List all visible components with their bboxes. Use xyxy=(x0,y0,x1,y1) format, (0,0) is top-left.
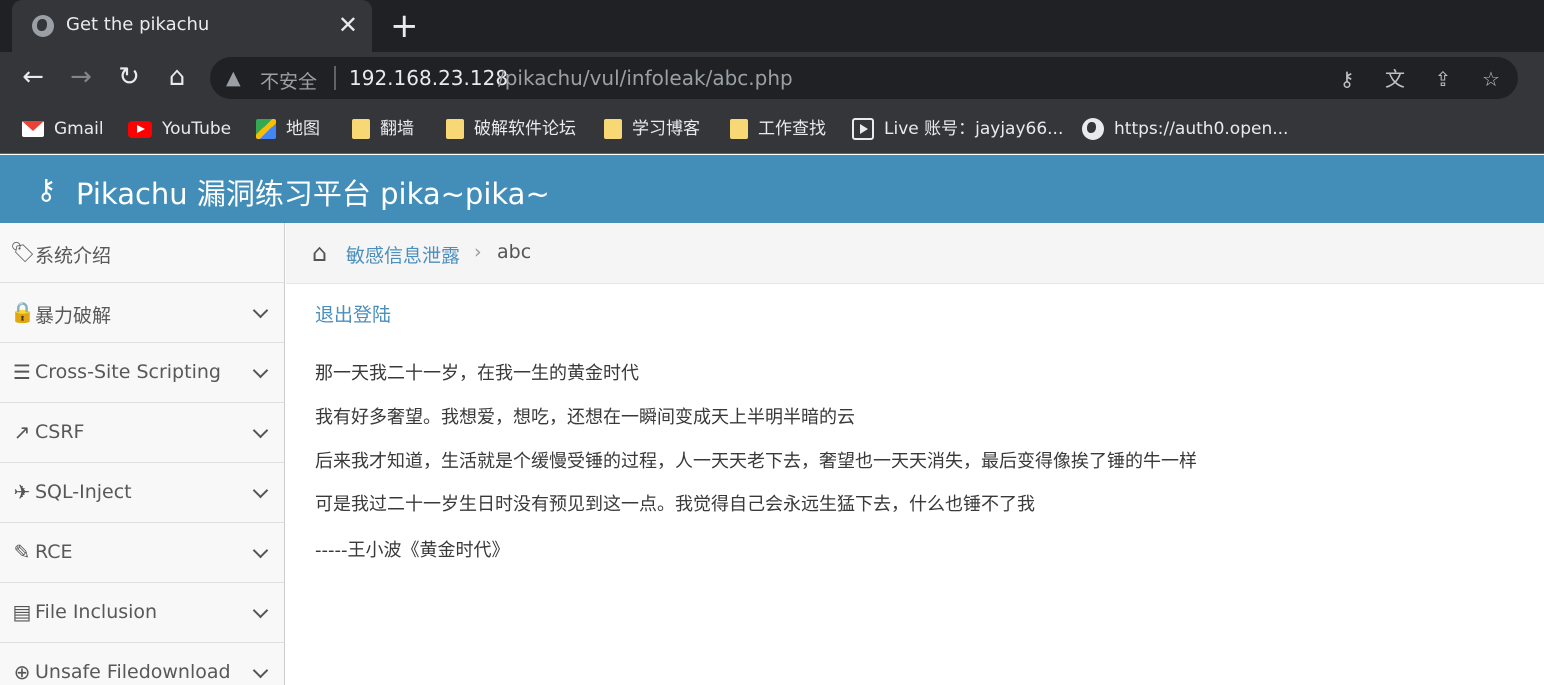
chevron-down-icon xyxy=(252,542,269,559)
share-icon[interactable]: ⇪ xyxy=(1430,66,1456,92)
bookmark-live[interactable]: Live 账号：jayjay66... xyxy=(852,116,1063,142)
indent-icon: ☰ xyxy=(13,360,31,384)
browser-toolbar: ← → ↻ ⌂ ▲ 不安全 192.168.23.128 /pikachu/vu… xyxy=(0,52,1544,104)
lock-icon: 🔒 xyxy=(10,300,35,324)
sidebar-item-intro[interactable]: 🏷 系统介绍 xyxy=(0,223,284,283)
bookmark-label: YouTube xyxy=(162,119,232,139)
home-icon[interactable]: ⌂ xyxy=(162,62,192,92)
reload-icon[interactable]: ↻ xyxy=(114,62,144,92)
plane-icon: ✈ xyxy=(13,480,31,504)
bookmark-label: 翻墙 xyxy=(380,119,414,139)
bookmark-folder-forum[interactable]: 破解软件论坛 xyxy=(446,116,576,142)
site-title[interactable]: Pikachu 漏洞练习平台 pika~pika~ xyxy=(76,171,550,213)
poem-line: 后来我才知道，生活就是个缓慢受锤的过程，人一天天老下去，奢望也一天天消失，最后变… xyxy=(315,451,1197,472)
sidebar-item-label: File Inclusion xyxy=(35,601,158,623)
poem-line: 我有好多奢望。我想爱，想吃，还想在一瞬间变成天上半明半暗的云 xyxy=(315,407,855,428)
chevron-down-icon xyxy=(252,302,269,319)
sidebar-item-xss[interactable]: ☰ Cross-Site Scripting xyxy=(0,343,284,403)
chevron-down-icon xyxy=(252,602,269,619)
sidebar-item-label: SQL-Inject xyxy=(35,481,132,503)
folder-icon xyxy=(604,119,622,139)
sidebar-item-rce[interactable]: ✎ RCE xyxy=(0,523,284,583)
poem-line: 可是我过二十一岁生日时没有预见到这一点。我觉得自己会永远生猛下去，什么也锤不了我 xyxy=(315,494,1035,515)
sidebar-item-label: Unsafe Filedownload xyxy=(35,661,231,683)
maps-icon xyxy=(256,119,276,139)
chevron-down-icon xyxy=(252,482,269,499)
bookmark-youtube[interactable]: YouTube xyxy=(128,116,231,142)
youtube-icon xyxy=(128,120,152,138)
key-icon: ⚷ xyxy=(36,173,57,206)
file-icon: ▤ xyxy=(12,600,32,624)
bookmark-folder-vpn[interactable]: 翻墙 xyxy=(352,116,414,142)
globe-icon xyxy=(32,15,54,37)
sidebar-item-label: 系统介绍 xyxy=(35,245,112,267)
breadcrumb-current: abc xyxy=(497,241,532,263)
key-icon[interactable]: ⚷ xyxy=(1334,66,1360,92)
sidebar-item-label: CSRF xyxy=(35,421,85,443)
bookmark-label: 工作查找 xyxy=(758,119,826,139)
bookmark-label: https://auth0.open... xyxy=(1114,119,1289,139)
chevron-down-icon xyxy=(252,422,269,439)
bookmark-auth0[interactable]: https://auth0.open... xyxy=(1082,116,1288,142)
sidebar-item-label: Cross-Site Scripting xyxy=(35,361,221,383)
bookmark-label: 破解软件论坛 xyxy=(474,119,576,139)
bookmark-label: Gmail xyxy=(54,119,104,139)
translate-icon[interactable]: 文 xyxy=(1382,66,1408,92)
insecure-label[interactable]: 不安全 xyxy=(260,67,317,94)
globe-icon xyxy=(1082,118,1104,140)
tab-title: Get the pikachu xyxy=(66,14,210,35)
bookmark-maps[interactable]: 地图 xyxy=(256,116,320,142)
sidebar: 🏷 系统介绍 🔒 暴力破解 ☰ Cross-Site Scripting ↗ C… xyxy=(0,223,285,685)
sidebar-item-csrf[interactable]: ↗ CSRF xyxy=(0,403,284,463)
star-icon[interactable]: ☆ xyxy=(1478,66,1504,92)
sidebar-item-label: RCE xyxy=(35,541,73,563)
back-icon[interactable]: ← xyxy=(18,62,48,92)
chevron-down-icon xyxy=(252,362,269,379)
poem-attribution: -----王小波《黄金时代》 xyxy=(315,540,510,561)
poem-line: 那一天我二十一岁，在我一生的黄金时代 xyxy=(315,363,639,384)
bookmark-label: 学习博客 xyxy=(632,119,700,139)
close-tab-icon[interactable]: ✕ xyxy=(338,10,358,40)
breadcrumb: ⌂ 敏感信息泄露 › abc xyxy=(286,223,1544,284)
new-tab-button[interactable]: + xyxy=(390,6,419,46)
url-path[interactable]: /pikachu/vul/infoleak/abc.php xyxy=(498,66,793,90)
site-header: ⚷ Pikachu 漏洞练习平台 pika~pika~ xyxy=(0,155,1544,223)
url-host[interactable]: 192.168.23.128 xyxy=(349,66,508,90)
sidebar-item-bruteforce[interactable]: 🔒 暴力破解 xyxy=(0,283,284,343)
url-divider xyxy=(334,66,336,90)
chevron-right-icon: › xyxy=(474,241,482,263)
tab-strip: Get the pikachu ✕ + xyxy=(0,0,1544,52)
bookmark-label: 地图 xyxy=(286,119,320,139)
bookmark-gmail[interactable]: Gmail xyxy=(22,116,104,142)
browser-tab[interactable]: Get the pikachu ✕ xyxy=(12,0,372,52)
folder-icon xyxy=(730,119,748,139)
address-bar[interactable]: ▲ 不安全 192.168.23.128 /pikachu/vul/infole… xyxy=(210,57,1518,99)
bookmark-folder-jobs[interactable]: 工作查找 xyxy=(730,116,826,142)
breadcrumb-parent-link[interactable]: 敏感信息泄露 xyxy=(346,241,460,268)
sidebar-item-filedownload[interactable]: ⊕ Unsafe Filedownload xyxy=(0,643,284,685)
bookmark-label: Live 账号：jayjay66... xyxy=(884,119,1064,139)
sidebar-item-label: 暴力破解 xyxy=(35,305,112,327)
chevron-down-icon xyxy=(252,662,269,679)
folder-icon xyxy=(352,119,370,139)
bookmarks-bar: Gmail YouTube 地图 翻墙 破解软件论坛 学习博客 工作查找 Liv… xyxy=(0,104,1544,154)
pencil-icon: ✎ xyxy=(13,540,31,564)
warning-icon[interactable]: ▲ xyxy=(226,67,241,89)
folder-icon xyxy=(446,119,464,139)
tags-icon: 🏷 xyxy=(10,240,36,264)
gmail-icon xyxy=(22,121,44,137)
download-icon: ⊕ xyxy=(13,660,31,684)
live-icon xyxy=(852,118,874,140)
sidebar-item-file-inclusion[interactable]: ▤ File Inclusion xyxy=(0,583,284,643)
sidebar-item-sqli[interactable]: ✈ SQL-Inject xyxy=(0,463,284,523)
share-icon: ↗ xyxy=(13,420,31,444)
home-icon[interactable]: ⌂ xyxy=(312,239,327,267)
bookmark-folder-blog[interactable]: 学习博客 xyxy=(604,116,700,142)
logout-link[interactable]: 退出登陆 xyxy=(315,300,391,327)
forward-icon[interactable]: → xyxy=(66,62,96,92)
